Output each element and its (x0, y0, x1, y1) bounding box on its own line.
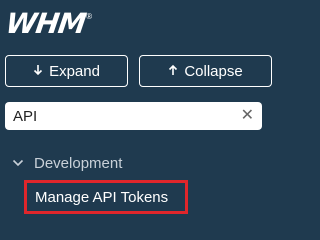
registered-mark: ® (86, 12, 93, 21)
nav-item-label: Manage API Tokens (35, 188, 169, 206)
expand-label: Expand (49, 62, 100, 80)
search-input[interactable] (5, 103, 233, 129)
nav-item-manage-api-tokens[interactable]: Manage API Tokens (24, 180, 188, 214)
section-development[interactable]: Development (12, 155, 122, 172)
expand-button[interactable]: Expand (5, 55, 128, 87)
arrow-down-icon (33, 64, 43, 79)
logo-text: WHM (3, 7, 88, 40)
collapse-label: Collapse (184, 62, 243, 80)
search-box: ✕ (5, 102, 262, 130)
arrow-up-icon (168, 64, 178, 79)
section-label: Development (34, 155, 123, 172)
chevron-down-icon (12, 155, 26, 172)
collapse-button[interactable]: Collapse (139, 55, 272, 87)
clear-search-icon[interactable]: ✕ (241, 107, 254, 125)
whm-logo[interactable]: WHM ® (3, 7, 93, 40)
